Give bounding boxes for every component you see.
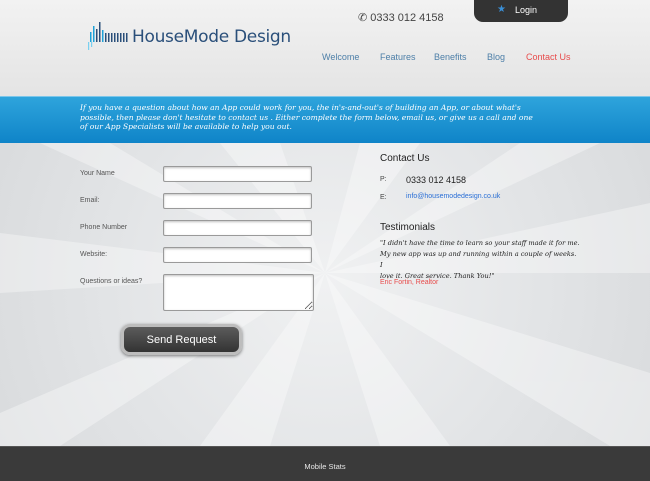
- quote-line: "I didn't have the time to learn so your…: [380, 239, 580, 247]
- name-label: Your Name: [80, 170, 115, 177]
- nav-contact-us[interactable]: Contact Us: [526, 52, 571, 62]
- header-phone-number: 0333 012 4158: [370, 12, 444, 24]
- testimonials-heading: Testimonials: [380, 222, 436, 233]
- contact-section: Your Name Email: Phone Number Website: Q…: [0, 143, 650, 446]
- intro-line: possible, then please don't hesitate to …: [80, 112, 533, 122]
- main-nav: Welcome Features Benefits Blog Contact U…: [0, 52, 650, 66]
- phone-label: Phone Number: [80, 224, 128, 231]
- quote-line: My new app was up and running within a c…: [380, 250, 577, 269]
- star-icon: ★: [497, 4, 506, 15]
- site-footer: Mobile Stats: [0, 446, 650, 481]
- intro-band: If you have a question about how an App …: [0, 96, 650, 143]
- nav-blog[interactable]: Blog: [487, 52, 505, 62]
- logo-bars-icon: [88, 22, 128, 50]
- send-request-button[interactable]: Send Request: [121, 324, 242, 355]
- intro-text: If you have a question about how an App …: [80, 103, 550, 132]
- email-input[interactable]: [163, 193, 312, 209]
- contact-email-link[interactable]: info@housemodedesign.co.uk: [406, 193, 500, 200]
- intro-line: of our App Specialists will be available…: [80, 122, 292, 132]
- testimonial-author: Eric Fortin, Realtor: [380, 279, 439, 286]
- email-label: Email:: [80, 197, 100, 204]
- contact-phone: 0333 012 4158: [406, 175, 467, 185]
- contact-heading: Contact Us: [380, 153, 430, 164]
- header-phone: ✆ 0333 012 4158: [358, 11, 444, 24]
- nav-features[interactable]: Features: [380, 52, 416, 62]
- name-input[interactable]: [163, 166, 312, 182]
- questions-textarea[interactable]: [163, 274, 314, 311]
- login-label: Login: [515, 5, 538, 15]
- phone-icon: ✆: [358, 12, 368, 24]
- website-label: Website:: [80, 251, 108, 258]
- email-key: E:: [380, 194, 387, 201]
- phone-key: P:: [380, 176, 387, 183]
- testimonial-quote: "I didn't have the time to learn so your…: [380, 238, 580, 282]
- background-rays: [0, 143, 650, 446]
- nav-benefits[interactable]: Benefits: [434, 52, 467, 62]
- logo[interactable]: HouseMode Design: [88, 18, 291, 54]
- site-header: HouseMode Design ✆ 0333 012 4158 ★ Login …: [0, 0, 650, 96]
- phone-input[interactable]: [163, 220, 312, 236]
- logo-text: HouseMode Design: [132, 27, 291, 47]
- intro-line: If you have a question about how an App …: [80, 103, 521, 112]
- login-button[interactable]: ★ Login: [474, 0, 568, 22]
- website-input[interactable]: [163, 247, 312, 263]
- nav-welcome[interactable]: Welcome: [322, 52, 359, 62]
- questions-label: Questions or ideas?: [80, 278, 143, 285]
- footer-mobile-stats[interactable]: Mobile Stats: [0, 462, 650, 471]
